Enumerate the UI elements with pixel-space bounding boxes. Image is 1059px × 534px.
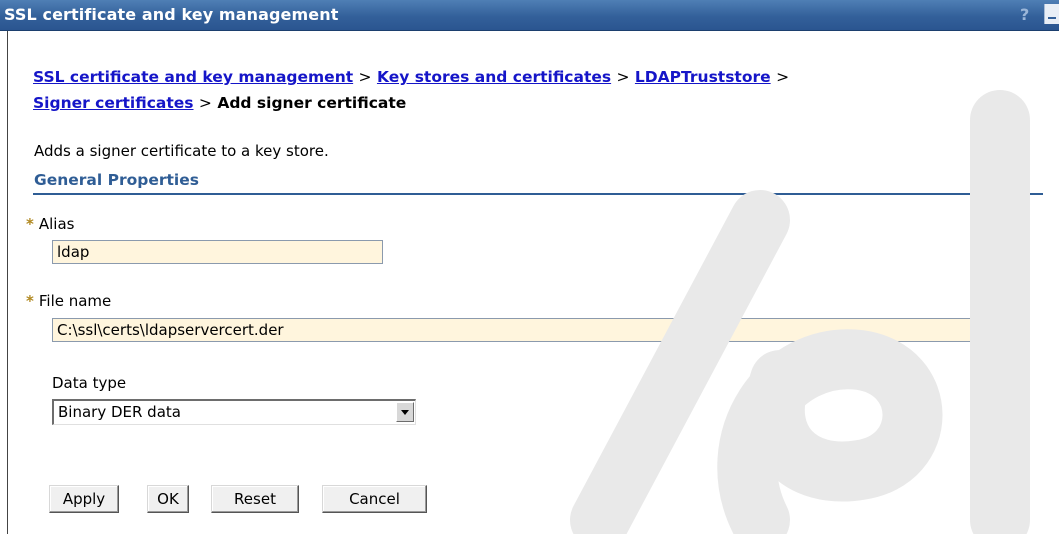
frame-border [7,31,8,534]
file-name-label-row: * File name [26,292,111,310]
breadcrumb-ssl-management[interactable]: SSL certificate and key management [33,68,353,86]
help-icon[interactable]: ? [1020,5,1029,24]
section-title: General Properties [34,171,199,189]
breadcrumb-current-page: Add signer certificate [217,94,407,112]
page-description: Adds a signer certificate to a key store… [34,142,329,160]
cancel-button[interactable]: Cancel [322,485,427,513]
breadcrumb-key-stores[interactable]: Key stores and certificates [377,68,611,86]
data-type-select[interactable]: Binary DER data [52,399,416,425]
breadcrumb-separator: > [358,68,372,86]
ok-button[interactable]: OK [147,485,189,513]
required-icon: * [26,292,34,310]
alias-label: Alias [38,215,75,233]
window-title: SSL certificate and key management [4,5,339,24]
minimize-icon[interactable] [1044,4,1059,24]
breadcrumb-separator: > [616,68,630,86]
section-divider [33,193,1043,195]
apply-button[interactable]: Apply [49,485,119,513]
breadcrumb: SSL certificate and key management > Key… [33,64,1043,116]
alias-label-row: * Alias [26,215,74,233]
data-type-label: Data type [52,374,127,392]
breadcrumb-signer-certificates[interactable]: Signer certificates [33,94,194,112]
file-name-label: File name [38,292,112,310]
breadcrumb-separator: > [198,94,212,112]
reset-button[interactable]: Reset [211,485,299,513]
window-title-bar: SSL certificate and key management ? [0,0,1059,31]
breadcrumb-separator: > [776,68,790,86]
required-icon: * [26,215,34,233]
data-type-selected-value: Binary DER data [58,403,181,421]
dropdown-arrow-icon[interactable] [396,402,414,422]
breadcrumb-ldap-truststore[interactable]: LDAPTruststore [635,68,771,86]
alias-input[interactable] [52,240,383,264]
file-name-input[interactable] [52,318,982,342]
